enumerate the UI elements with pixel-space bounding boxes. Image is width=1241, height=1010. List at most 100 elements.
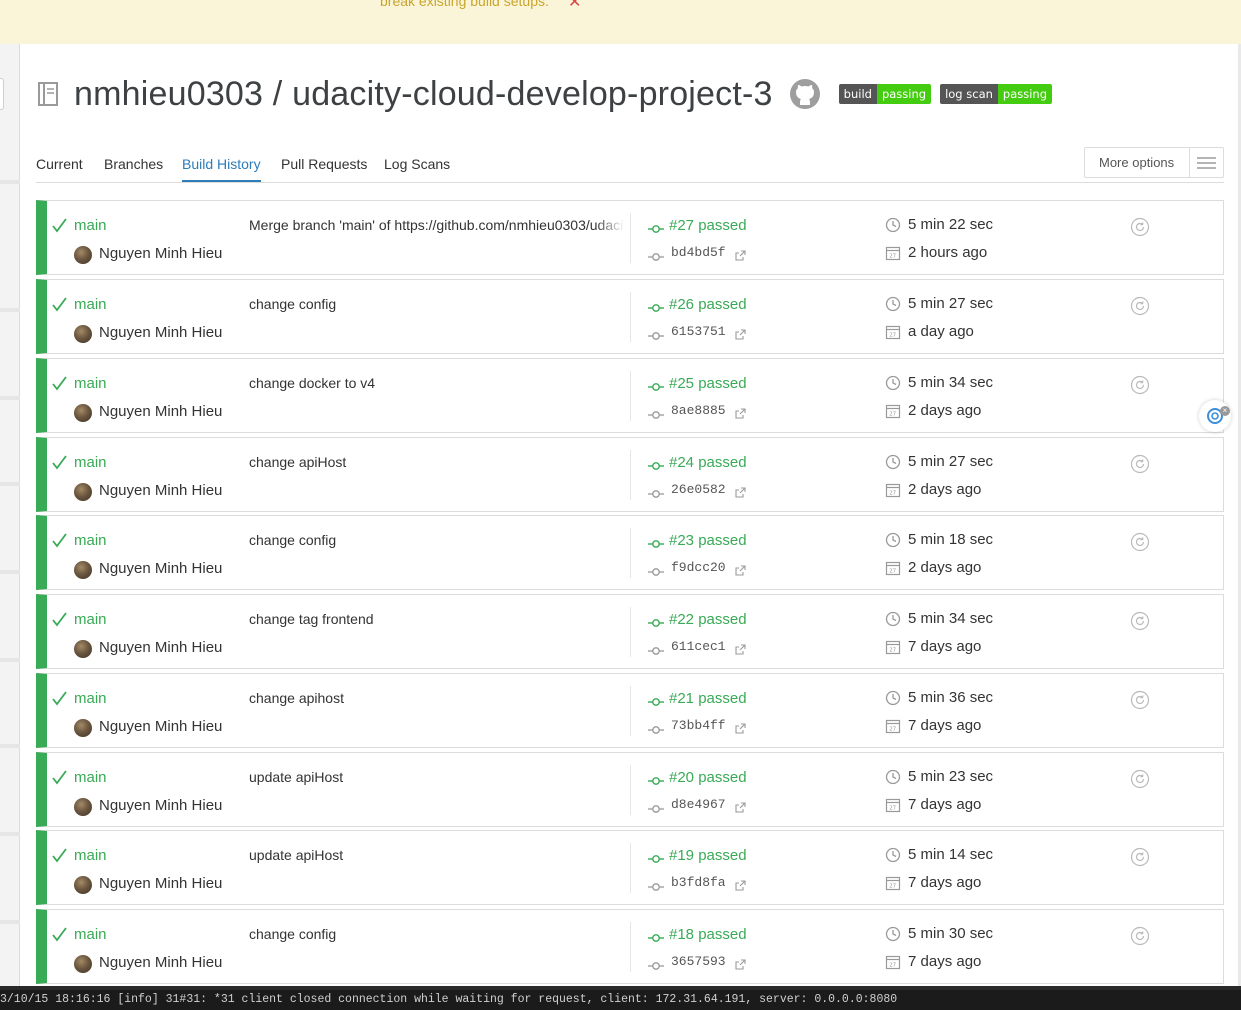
badge-label: log scan	[940, 84, 998, 104]
tab-build-history[interactable]: Build History	[182, 156, 261, 182]
branch-name[interactable]: main	[74, 926, 107, 943]
more-options-button[interactable]: More options	[1084, 147, 1224, 178]
branch-name[interactable]: main	[74, 217, 107, 234]
build-row[interactable]: main Nguyen Minh Hieu Merge branch 'main…	[36, 200, 1224, 275]
external-link-icon[interactable]	[735, 957, 746, 970]
announcement-banner: break existing build setups. ✕	[0, 0, 1241, 44]
external-link-icon[interactable]	[735, 406, 746, 419]
build-status[interactable]: #22 passed	[669, 611, 747, 628]
build-row[interactable]: main Nguyen Minh Hieu change apiHost #24…	[36, 437, 1224, 512]
build-commit-icon	[648, 458, 664, 470]
check-icon	[51, 532, 68, 549]
commit-message[interactable]: change tag frontend	[249, 611, 625, 627]
commit-message[interactable]: change docker to v4	[249, 375, 625, 391]
branch-name[interactable]: main	[74, 690, 107, 707]
external-link-icon[interactable]	[735, 563, 746, 576]
log-scan-badge[interactable]: log scan passing	[940, 84, 1053, 104]
build-duration: 5 min 30 sec	[908, 925, 994, 942]
close-icon[interactable]: ×	[1220, 406, 1230, 416]
restart-build-icon[interactable]	[1130, 375, 1150, 395]
build-row[interactable]: main Nguyen Minh Hieu update apiHost #19…	[36, 830, 1224, 905]
external-link-icon[interactable]	[735, 248, 746, 261]
tab-branches[interactable]: Branches	[104, 156, 163, 172]
commit-message[interactable]: update apiHost	[249, 847, 625, 863]
build-row[interactable]: main Nguyen Minh Hieu change apihost #21…	[36, 673, 1224, 748]
restart-build-icon[interactable]	[1130, 532, 1150, 552]
build-row[interactable]: main Nguyen Minh Hieu change config #18 …	[36, 909, 1224, 984]
branch-name[interactable]: main	[74, 847, 107, 864]
restart-build-icon[interactable]	[1130, 690, 1150, 710]
restart-build-icon[interactable]	[1130, 769, 1150, 789]
commit-message[interactable]: change apihost	[249, 690, 625, 706]
build-status[interactable]: #24 passed	[669, 454, 747, 471]
restart-build-icon[interactable]	[1130, 847, 1150, 867]
column-divider	[630, 607, 631, 657]
commit-sha[interactable]: bd4bd5f	[671, 245, 726, 260]
page-title[interactable]: nmhieu0303 / udacity-cloud-develop-proje…	[74, 75, 773, 114]
author-name: Nguyen Minh Hieu	[99, 560, 223, 577]
github-icon[interactable]	[789, 78, 821, 110]
commit-message[interactable]: change apiHost	[249, 454, 625, 470]
commit-message[interactable]: Merge branch 'main' of https://github.co…	[249, 217, 625, 233]
calendar-icon: 27	[885, 875, 901, 891]
external-link-icon[interactable]	[735, 327, 746, 340]
commit-sha[interactable]: b3fd8fa	[671, 875, 726, 890]
build-row[interactable]: main Nguyen Minh Hieu change config #26 …	[36, 279, 1224, 354]
restart-build-icon[interactable]	[1130, 217, 1150, 237]
check-icon	[51, 769, 68, 786]
build-status[interactable]: #20 passed	[669, 769, 747, 786]
build-status[interactable]: #21 passed	[669, 690, 747, 707]
tab-pull-requests[interactable]: Pull Requests	[281, 156, 367, 172]
build-row[interactable]: main Nguyen Minh Hieu change tag fronten…	[36, 594, 1224, 669]
close-icon[interactable]: ✕	[568, 0, 581, 12]
restart-build-icon[interactable]	[1130, 454, 1150, 474]
commit-sha[interactable]: 26e0582	[671, 482, 726, 497]
commit-sha[interactable]: 3657593	[671, 954, 726, 969]
commit-sha[interactable]: d8e4967	[671, 797, 726, 812]
external-link-icon[interactable]	[735, 800, 746, 813]
commit-sha[interactable]: 6153751	[671, 324, 726, 339]
clock-icon	[885, 454, 901, 470]
build-status[interactable]: #19 passed	[669, 847, 747, 864]
restart-build-icon[interactable]	[1130, 296, 1150, 316]
build-status[interactable]: #27 passed	[669, 217, 747, 234]
commit-message[interactable]: update apiHost	[249, 769, 625, 785]
build-status[interactable]: #23 passed	[669, 532, 747, 549]
svg-text:27: 27	[889, 884, 896, 890]
svg-text:27: 27	[889, 412, 896, 418]
branch-name[interactable]: main	[74, 611, 107, 628]
branch-name[interactable]: main	[74, 296, 107, 313]
external-link-icon[interactable]	[735, 878, 746, 891]
branch-name[interactable]: main	[74, 454, 107, 471]
branch-name[interactable]: main	[74, 375, 107, 392]
build-row[interactable]: main Nguyen Minh Hieu update apiHost #20…	[36, 752, 1224, 827]
clock-icon	[885, 690, 901, 706]
build-status[interactable]: #26 passed	[669, 296, 747, 313]
build-status[interactable]: #18 passed	[669, 926, 747, 943]
svg-text:27: 27	[889, 569, 896, 575]
tab-log-scans[interactable]: Log Scans	[384, 156, 450, 172]
external-link-icon[interactable]	[735, 642, 746, 655]
branch-name[interactable]: main	[74, 532, 107, 549]
avatar	[74, 325, 92, 343]
build-row[interactable]: main Nguyen Minh Hieu change config #23 …	[36, 515, 1224, 590]
external-link-icon[interactable]	[735, 485, 746, 498]
restart-build-icon[interactable]	[1130, 926, 1150, 946]
commit-message[interactable]: change config	[249, 296, 625, 312]
commit-sha[interactable]: f9dcc20	[671, 560, 726, 575]
commit-message[interactable]: change config	[249, 532, 625, 548]
avatar	[74, 404, 92, 422]
avatar	[74, 561, 92, 579]
tab-current[interactable]: Current	[36, 156, 83, 172]
restart-build-icon[interactable]	[1130, 611, 1150, 631]
build-status[interactable]: #25 passed	[669, 375, 747, 392]
build-row[interactable]: main Nguyen Minh Hieu change docker to v…	[36, 358, 1224, 433]
build-status-badge[interactable]: build passing	[838, 84, 932, 104]
branch-name[interactable]: main	[74, 769, 107, 786]
commit-message[interactable]: change config	[249, 926, 625, 942]
commit-sha[interactable]: 73bb4ff	[671, 718, 726, 733]
commit-sha[interactable]: 8ae8885	[671, 403, 726, 418]
assistant-chat-button[interactable]: ×	[1199, 400, 1231, 432]
commit-sha[interactable]: 611cec1	[671, 639, 726, 654]
external-link-icon[interactable]	[735, 721, 746, 734]
